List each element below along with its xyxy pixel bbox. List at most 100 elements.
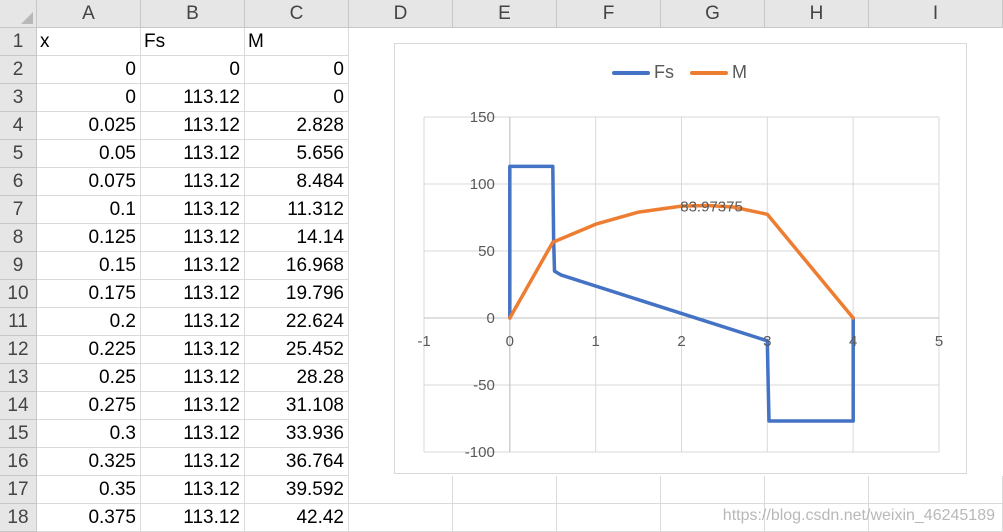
select-all-corner[interactable] [0, 0, 37, 28]
cell-a7[interactable]: 0.1 [37, 196, 141, 224]
row-header-3[interactable]: 3 [0, 84, 37, 112]
cell-c4[interactable]: 2.828 [245, 112, 349, 140]
y-tick-label: 0 [486, 310, 494, 327]
cell-a12[interactable]: 0.225 [37, 336, 141, 364]
cell-c15[interactable]: 33.936 [245, 420, 349, 448]
row-header-9[interactable]: 9 [0, 252, 37, 280]
cell-b3[interactable]: 113.12 [141, 84, 245, 112]
cell-b2[interactable]: 0 [141, 56, 245, 84]
column-header-a[interactable]: A [37, 0, 141, 28]
x-tick-label: 3 [763, 333, 771, 350]
cell-a6[interactable]: 0.075 [37, 168, 141, 196]
column-header-f[interactable]: F [557, 0, 661, 28]
cell-c13[interactable]: 28.28 [245, 364, 349, 392]
x-tick-label: 2 [677, 333, 685, 350]
column-header-c[interactable]: C [245, 0, 349, 28]
y-tick-label: 150 [470, 109, 495, 126]
x-tick-label: 5 [935, 333, 943, 350]
cell-c17[interactable]: 39.592 [245, 476, 349, 504]
cell-c16[interactable]: 36.764 [245, 448, 349, 476]
row-header-5[interactable]: 5 [0, 140, 37, 168]
cell-c2[interactable]: 0 [245, 56, 349, 84]
cell-c11[interactable]: 22.624 [245, 308, 349, 336]
chart-legend: Fs M [612, 62, 763, 83]
cell-a8[interactable]: 0.125 [37, 224, 141, 252]
cell-b9[interactable]: 113.12 [141, 252, 245, 280]
cell-e17[interactable] [453, 476, 557, 504]
cell-b15[interactable]: 113.12 [141, 420, 245, 448]
cell-a10[interactable]: 0.175 [37, 280, 141, 308]
cell-i17[interactable] [869, 476, 1003, 504]
column-header-d[interactable]: D [349, 0, 453, 28]
cell-b6[interactable]: 113.12 [141, 168, 245, 196]
row-header-17[interactable]: 17 [0, 476, 37, 504]
cell-b4[interactable]: 113.12 [141, 112, 245, 140]
cell-a3[interactable]: 0 [37, 84, 141, 112]
cell-e18[interactable] [453, 504, 557, 532]
cell-a14[interactable]: 0.275 [37, 392, 141, 420]
row-header-2[interactable]: 2 [0, 56, 37, 84]
row-header-4[interactable]: 4 [0, 112, 37, 140]
cell-g17[interactable] [661, 476, 765, 504]
cell-a18[interactable]: 0.375 [37, 504, 141, 532]
cell-c6[interactable]: 8.484 [245, 168, 349, 196]
row-header-13[interactable]: 13 [0, 364, 37, 392]
cell-c1[interactable]: M [245, 28, 349, 56]
cell-b8[interactable]: 113.12 [141, 224, 245, 252]
cell-b13[interactable]: 113.12 [141, 364, 245, 392]
cell-c18[interactable]: 42.42 [245, 504, 349, 532]
cell-a16[interactable]: 0.325 [37, 448, 141, 476]
cell-a15[interactable]: 0.3 [37, 420, 141, 448]
select-all-triangle-icon [21, 12, 33, 24]
cell-h17[interactable] [765, 476, 869, 504]
row-header-6[interactable]: 6 [0, 168, 37, 196]
cell-b14[interactable]: 113.12 [141, 392, 245, 420]
cell-a4[interactable]: 0.025 [37, 112, 141, 140]
cell-f17[interactable] [557, 476, 661, 504]
cell-b17[interactable]: 113.12 [141, 476, 245, 504]
row-header-12[interactable]: 12 [0, 336, 37, 364]
row-header-10[interactable]: 10 [0, 280, 37, 308]
row-header-16[interactable]: 16 [0, 448, 37, 476]
cell-b16[interactable]: 113.12 [141, 448, 245, 476]
cell-d18[interactable] [349, 504, 453, 532]
column-header-e[interactable]: E [453, 0, 557, 28]
column-header-h[interactable]: H [765, 0, 869, 28]
row-header-15[interactable]: 15 [0, 420, 37, 448]
cell-b5[interactable]: 113.12 [141, 140, 245, 168]
cell-c5[interactable]: 5.656 [245, 140, 349, 168]
cell-c8[interactable]: 14.14 [245, 224, 349, 252]
cell-a17[interactable]: 0.35 [37, 476, 141, 504]
cell-a11[interactable]: 0.2 [37, 308, 141, 336]
column-header-i[interactable]: I [869, 0, 1003, 28]
cell-c14[interactable]: 31.108 [245, 392, 349, 420]
row-header-11[interactable]: 11 [0, 308, 37, 336]
column-header-g[interactable]: G [661, 0, 765, 28]
cell-b10[interactable]: 113.12 [141, 280, 245, 308]
cell-c12[interactable]: 25.452 [245, 336, 349, 364]
cell-c9[interactable]: 16.968 [245, 252, 349, 280]
cell-a2[interactable]: 0 [37, 56, 141, 84]
cell-b12[interactable]: 113.12 [141, 336, 245, 364]
legend-label-m: M [732, 62, 747, 82]
column-header-b[interactable]: B [141, 0, 245, 28]
cell-f18[interactable] [557, 504, 661, 532]
cell-c3[interactable]: 0 [245, 84, 349, 112]
x-tick-label: -1 [417, 333, 430, 350]
row-header-1[interactable]: 1 [0, 28, 37, 56]
cell-b18[interactable]: 113.12 [141, 504, 245, 532]
cell-a9[interactable]: 0.15 [37, 252, 141, 280]
row-header-7[interactable]: 7 [0, 196, 37, 224]
cell-a13[interactable]: 0.25 [37, 364, 141, 392]
cell-b1[interactable]: Fs [141, 28, 245, 56]
row-header-18[interactable]: 18 [0, 504, 37, 532]
cell-a1[interactable]: x [37, 28, 141, 56]
row-header-8[interactable]: 8 [0, 224, 37, 252]
row-header-14[interactable]: 14 [0, 392, 37, 420]
cell-c10[interactable]: 19.796 [245, 280, 349, 308]
cell-a5[interactable]: 0.05 [37, 140, 141, 168]
cell-b11[interactable]: 113.12 [141, 308, 245, 336]
cell-d17[interactable] [349, 476, 453, 504]
cell-b7[interactable]: 113.12 [141, 196, 245, 224]
cell-c7[interactable]: 11.312 [245, 196, 349, 224]
